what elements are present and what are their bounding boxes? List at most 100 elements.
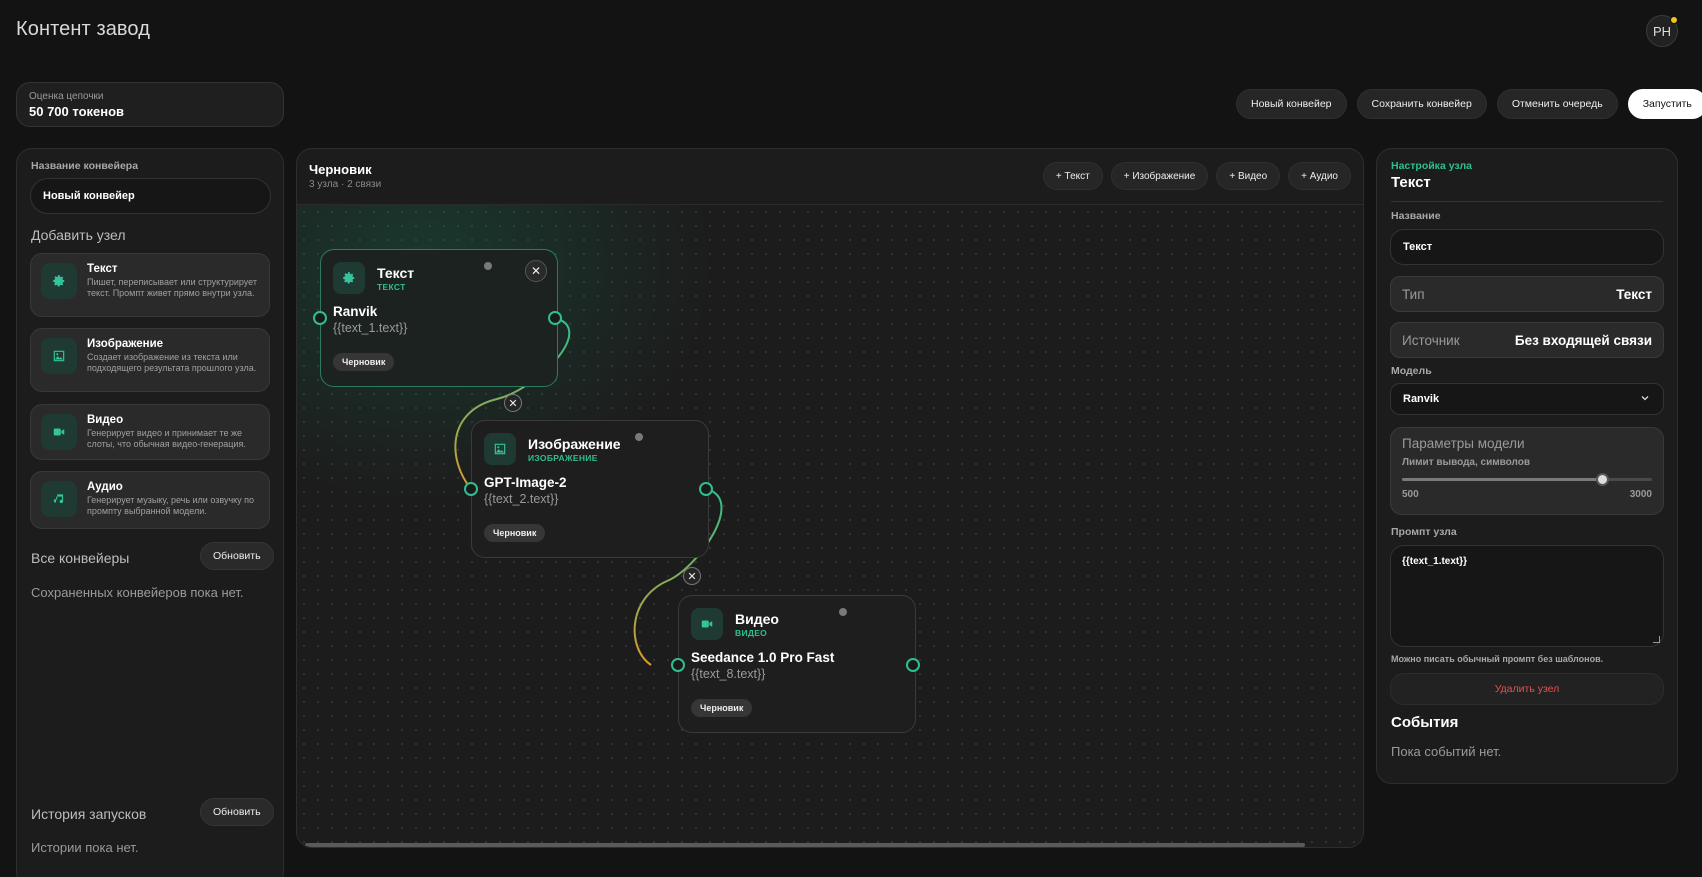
avatar-initials: PH — [1652, 23, 1672, 39]
history-title: История запусков — [31, 806, 147, 822]
node-type-title: Изображение — [87, 338, 164, 350]
resize-handle-icon[interactable] — [1653, 636, 1660, 643]
model-label: Модель — [1391, 365, 1432, 377]
node-type-desc: Создает изображение из текста или подход… — [87, 352, 257, 373]
app-title: Контент завод — [16, 18, 150, 40]
node-template: {{text_2.text}} — [484, 492, 559, 506]
remove-edge-icon[interactable]: ✕ — [683, 567, 701, 585]
save-pipeline-button[interactable]: Сохранить конвейер — [1356, 89, 1487, 119]
source-value: Без входящей связи — [1514, 332, 1652, 348]
all-pipelines-title: Все конвейеры — [31, 550, 130, 566]
add-node-video[interactable]: Видео Генерирует видео и принимает те же… — [30, 404, 270, 460]
add-node-audio[interactable]: Аудио Генерирует музыку, речь или озвучк… — [30, 471, 270, 529]
cancel-queue-button[interactable]: Отменить очередь — [1496, 89, 1618, 119]
refresh-pipelines-button[interactable]: Обновить — [200, 542, 274, 570]
node-title: Текст — [377, 265, 415, 281]
gear-icon — [41, 263, 77, 299]
flow-node-video[interactable]: Видео ВИДЕО Seedance 1.0 Pro Fast {{text… — [678, 595, 916, 733]
divider — [1391, 201, 1663, 202]
settings-title: Текст — [1391, 174, 1431, 191]
model-value: Ranvik — [1403, 393, 1440, 405]
node-type-title: Видео — [87, 414, 124, 426]
node-type-title: Аудио — [87, 481, 123, 493]
no-events-text: Пока событий нет. — [1391, 744, 1502, 759]
chevron-down-icon — [1639, 392, 1651, 407]
gear-icon — [333, 262, 365, 294]
node-title: Видео — [735, 611, 779, 627]
node-type: ВИДЕО — [735, 628, 768, 638]
prompt-label: Промпт узла — [1391, 526, 1457, 538]
input-port[interactable] — [464, 482, 478, 496]
flow-node-text[interactable]: Текст ТЕКСТ ✕ Ranvik {{text_1.text}} Чер… — [320, 249, 558, 387]
node-type: ТЕКСТ — [377, 282, 406, 292]
node-type: ИЗОБРАЖЕНИЕ — [528, 453, 598, 463]
output-port[interactable] — [699, 482, 713, 496]
remove-edge-icon[interactable]: ✕ — [504, 394, 522, 412]
status-dot — [484, 262, 492, 270]
limit-slider[interactable] — [1402, 473, 1652, 486]
video-icon — [41, 414, 77, 450]
limit-label: Лимит вывода, символов — [1402, 457, 1530, 468]
no-history-text: Истории пока нет. — [31, 840, 139, 855]
node-template: {{text_1.text}} — [333, 321, 408, 335]
status-badge: Черновик — [333, 353, 395, 371]
video-icon — [691, 608, 723, 640]
status-dot — [635, 433, 643, 441]
node-type-desc: Пишет, переписывает или структурирует те… — [87, 277, 257, 298]
left-panel: Название конвейера Новый конвейер Добави… — [16, 148, 284, 877]
top-toolbar: Новый конвейер Сохранить конвейер Отмени… — [1236, 89, 1702, 119]
estimate-label: Оценка цепочки — [29, 91, 104, 102]
node-settings-panel: Настройка узла Текст Название Текст Тип … — [1376, 148, 1678, 784]
avatar[interactable]: PH — [1646, 15, 1678, 47]
delete-node-button[interactable]: Удалить узел — [1390, 673, 1664, 705]
new-pipeline-button[interactable]: Новый конвейер — [1236, 89, 1347, 119]
node-type-desc: Генерирует видео и принимает те же слоты… — [87, 428, 246, 449]
no-pipelines-text: Сохраненных конвейеров пока нет. — [31, 585, 244, 600]
notification-dot — [1670, 16, 1678, 24]
node-name-input[interactable]: Текст — [1390, 229, 1664, 265]
type-row: Тип Текст — [1390, 276, 1664, 312]
events-title: События — [1391, 714, 1459, 731]
image-icon — [484, 433, 516, 465]
pipeline-canvas[interactable]: Черновик 3 узла · 2 связи + Текст + Изоб… — [296, 148, 1364, 848]
model-select[interactable]: Ranvik — [1390, 383, 1664, 415]
estimate-value: 50 700 токенов — [29, 104, 125, 119]
type-key: Тип — [1402, 286, 1425, 302]
source-key: Источник — [1402, 332, 1460, 348]
chain-estimate: Оценка цепочки 50 700 токенов — [16, 82, 284, 127]
add-node-text[interactable]: Текст Пишет, переписывает или структурир… — [30, 253, 270, 317]
input-port[interactable] — [313, 311, 327, 325]
input-port[interactable] — [671, 658, 685, 672]
node-model: Seedance 1.0 Pro Fast — [691, 650, 835, 665]
status-badge: Черновик — [484, 524, 546, 542]
pipeline-name-input[interactable]: Новый конвейер — [30, 178, 271, 214]
limit-min: 500 — [1402, 489, 1419, 500]
prompt-hint: Можно писать обычный промпт без шаблонов… — [1391, 654, 1604, 664]
prompt-textarea[interactable]: {{text_1.text}} — [1390, 545, 1664, 647]
music-icon — [41, 481, 77, 517]
add-node-image[interactable]: Изображение Создает изображение из текст… — [30, 328, 270, 392]
refresh-history-button[interactable]: Обновить — [200, 798, 274, 826]
node-title: Изображение — [528, 436, 621, 452]
node-model: GPT-Image-2 — [484, 475, 567, 490]
model-params: Параметры модели Лимит вывода, символов … — [1390, 427, 1664, 515]
add-node-title: Добавить узел — [31, 227, 126, 243]
settings-kicker: Настройка узла — [1391, 160, 1472, 172]
run-button[interactable]: Запустить — [1627, 89, 1702, 119]
node-type-title: Текст — [87, 263, 118, 275]
node-model: Ranvik — [333, 304, 378, 319]
node-name-label: Название — [1391, 210, 1441, 222]
type-value: Текст — [1616, 286, 1652, 302]
pipeline-name-label: Название конвейера — [31, 160, 139, 172]
slider-thumb[interactable] — [1596, 473, 1609, 486]
close-icon[interactable]: ✕ — [525, 260, 547, 282]
source-row: Источник Без входящей связи — [1390, 322, 1664, 358]
slider-fill — [1402, 478, 1602, 481]
limit-max: 3000 — [1629, 489, 1652, 500]
flow-node-image[interactable]: Изображение ИЗОБРАЖЕНИЕ GPT-Image-2 {{te… — [471, 420, 709, 558]
horizontal-scrollbar[interactable] — [305, 843, 1305, 847]
image-icon — [41, 338, 77, 374]
output-port[interactable] — [548, 311, 562, 325]
status-badge: Черновик — [691, 699, 753, 717]
output-port[interactable] — [906, 658, 920, 672]
